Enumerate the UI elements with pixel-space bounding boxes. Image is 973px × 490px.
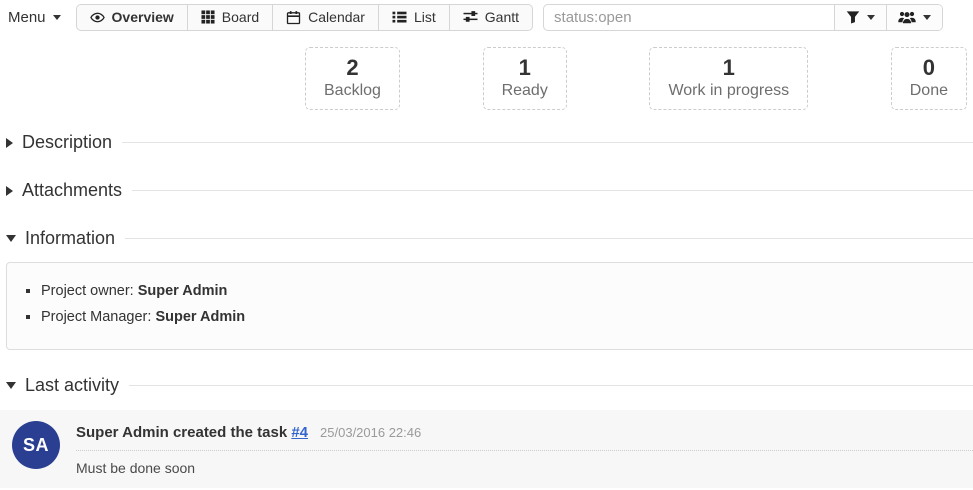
expanded-arrow-icon (6, 235, 16, 242)
task-link[interactable]: #4 (291, 424, 308, 441)
tab-board-label: Board (222, 9, 259, 25)
tab-calendar-label: Calendar (308, 9, 365, 25)
eye-icon (90, 10, 105, 25)
activity-title: Super Admin created the task (76, 424, 291, 441)
summary-box-work-in-progress: 1 Work in progress (649, 47, 808, 110)
column-summary: 2 Backlog 1 Ready 1 Work in progress 0 D… (305, 47, 967, 110)
section-description-title: Description (22, 132, 112, 153)
section-last-activity-title: Last activity (25, 375, 119, 396)
list-item-project-manager: Project Manager: Super Admin (41, 304, 973, 330)
ready-label: Ready (502, 82, 548, 100)
list-icon (392, 10, 407, 24)
top-toolbar: Menu Overview Board Calendar List Gantt (0, 0, 973, 31)
done-count: 0 (910, 55, 948, 81)
done-label: Done (910, 82, 948, 100)
section-divider (125, 238, 973, 239)
section-attachments[interactable]: Attachments (6, 180, 973, 201)
project-owner-label: Project owner: (41, 283, 138, 299)
tab-list[interactable]: List (379, 5, 450, 30)
section-divider (122, 142, 973, 143)
project-manager-label: Project Manager: (41, 309, 155, 325)
section-information[interactable]: Information (6, 228, 973, 249)
section-attachments-title: Attachments (22, 180, 122, 201)
filter-dropdown-button[interactable] (834, 5, 886, 30)
summary-box-backlog: 2 Backlog (305, 47, 400, 110)
chevron-down-icon (923, 15, 931, 20)
chevron-down-icon (53, 15, 61, 20)
users-filter-dropdown-button[interactable] (886, 5, 942, 30)
filter-funnel-icon (846, 10, 860, 24)
list-item-project-owner: Project owner: Super Admin (41, 278, 973, 304)
section-last-activity[interactable]: Last activity (6, 375, 973, 396)
search-input[interactable] (544, 5, 834, 30)
expanded-arrow-icon (6, 382, 16, 389)
grid-icon (201, 10, 215, 24)
tab-board[interactable]: Board (188, 5, 273, 30)
users-icon (898, 10, 916, 24)
menu-dropdown[interactable]: Menu (8, 9, 61, 26)
activity-body: Must be done soon (76, 460, 973, 476)
section-information-title: Information (25, 228, 115, 249)
summary-box-done: 0 Done (891, 47, 967, 110)
search-group (543, 4, 943, 31)
tab-list-label: List (414, 9, 436, 25)
section-description[interactable]: Description (6, 132, 973, 153)
activity-timestamp: 25/03/2016 22:46 (320, 425, 421, 440)
tab-overview-label: Overview (112, 9, 174, 25)
backlog-label: Backlog (324, 82, 381, 100)
section-divider (129, 385, 973, 386)
activity-content: Super Admin created the task #4 25/03/201… (76, 421, 973, 476)
tab-overview[interactable]: Overview (77, 5, 188, 30)
collapsed-arrow-icon (6, 138, 13, 148)
tab-calendar[interactable]: Calendar (273, 5, 379, 30)
project-owner-value: Super Admin (138, 283, 228, 299)
activity-feed: SA Super Admin created the task #4 25/03/… (0, 410, 973, 488)
calendar-icon (286, 10, 301, 25)
menu-label: Menu (8, 9, 46, 26)
sliders-icon (463, 10, 478, 24)
collapsed-arrow-icon (6, 186, 13, 196)
avatar: SA (12, 421, 60, 469)
project-manager-value: Super Admin (155, 309, 245, 325)
chevron-down-icon (867, 15, 875, 20)
tab-gantt[interactable]: Gantt (450, 5, 532, 30)
activity-event: SA Super Admin created the task #4 25/03/… (12, 421, 973, 476)
information-list: Project owner: Super Admin Project Manag… (41, 278, 973, 330)
ready-count: 1 (502, 55, 548, 81)
work-in-progress-count: 1 (668, 55, 789, 81)
work-in-progress-label: Work in progress (668, 82, 789, 100)
tab-gantt-label: Gantt (485, 9, 519, 25)
summary-box-ready: 1 Ready (483, 47, 567, 110)
view-switcher: Overview Board Calendar List Gantt (76, 4, 534, 31)
activity-title-row: Super Admin created the task #4 25/03/201… (76, 421, 973, 451)
backlog-count: 2 (324, 55, 381, 81)
information-panel: Project owner: Super Admin Project Manag… (6, 262, 973, 350)
section-divider (132, 190, 973, 191)
